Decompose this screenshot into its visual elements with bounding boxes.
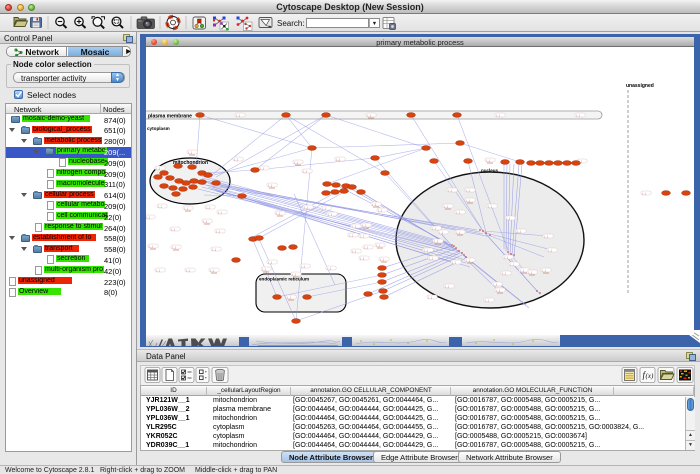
svg-text:[...]: [...] [328,266,332,270]
svg-text:[...]: [...] [363,223,367,227]
svg-text:[...]: [...] [507,216,511,220]
svg-text:[...]: [...] [497,288,501,292]
svg-text:[...]: [...] [157,166,161,170]
svg-text:cytoplasm: cytoplasm [147,126,170,131]
svg-text:[...]: [...] [467,258,471,262]
svg-text:[...]: [...] [505,255,509,259]
svg-text:[...]: [...] [494,282,498,286]
svg-text:[...]: [...] [521,268,525,272]
svg-text:[...]: [...] [361,234,365,238]
svg-text:[...]: [...] [217,229,221,233]
svg-text:[...]: [...] [381,257,385,261]
svg-text:[...]: [...] [269,260,273,264]
svg-text:[...]: [...] [350,233,354,237]
svg-text:[...]: [...] [329,212,333,216]
svg-text:[...]: [...] [449,188,453,192]
svg-text:[...]: [...] [173,245,177,249]
svg-text:[...]: [...] [189,150,193,154]
svg-text:[...]: [...] [269,183,273,187]
svg-text:[...]: [...] [487,158,491,162]
svg-text:[...]: [...] [377,243,381,247]
svg-text:[...]: [...] [489,204,493,208]
svg-text:endoplasmic reticulum: endoplasmic reticulum [259,277,309,282]
svg-text:[...]: [...] [261,166,265,170]
svg-text:[...]: [...] [185,206,189,210]
svg-text:[...]: [...] [204,219,208,223]
svg-text:[...]: [...] [147,215,151,219]
svg-text:[...]: [...] [453,260,457,264]
svg-text:[...]: [...] [430,256,434,260]
svg-text:[...]: [...] [425,248,429,252]
svg-text:[...]: [...] [235,157,239,161]
svg-text:[...]: [...] [379,208,383,212]
svg-text:[...]: [...] [529,270,533,274]
svg-text:[...]: [...] [467,198,471,202]
svg-text:[...]: [...] [172,227,176,231]
svg-text:[...]: [...] [150,244,154,248]
svg-text:[...]: [...] [433,226,437,230]
svg-text:[...]: [...] [304,169,308,173]
svg-text:[...]: [...] [368,113,372,117]
svg-text:[...]: [...] [211,268,215,272]
svg-text:[...]: [...] [503,271,507,275]
svg-text:[...]: [...] [457,210,461,214]
svg-text:[...]: [...] [207,205,211,209]
svg-text:[...]: [...] [365,245,369,249]
svg-text:[...]: [...] [277,211,281,215]
svg-text:[...]: [...] [353,224,357,228]
svg-text:[...]: [...] [446,284,450,288]
svg-text:[...]: [...] [293,272,297,276]
svg-text:[...]: [...] [159,204,163,208]
svg-text:[...]: [...] [295,160,299,164]
svg-text:[...]: [...] [511,262,515,266]
svg-text:nucleus: nucleus [481,168,499,173]
svg-text:[...]: [...] [305,205,309,209]
svg-text:[...]: [...] [429,295,433,299]
svg-text:[...]: [...] [373,202,377,206]
svg-text:[...]: [...] [353,249,357,253]
svg-text:[...]: [...] [263,267,267,271]
svg-text:[...]: [...] [467,188,471,192]
svg-text:(x): (x) [646,372,654,380]
svg-text:[...]: [...] [302,264,306,268]
svg-text:[...]: [...] [518,229,522,233]
svg-text:[...]: [...] [219,210,223,214]
svg-text:[...]: [...] [643,191,647,195]
svg-text:[...]: [...] [486,298,490,302]
svg-text:[...]: [...] [549,248,553,252]
svg-text:[...]: [...] [157,268,161,272]
svg-text:[...]: [...] [337,157,341,161]
svg-text:[...]: [...] [361,256,365,260]
svg-text:[...]: [...] [543,268,547,272]
svg-text:[...]: [...] [435,239,439,243]
svg-text:[...]: [...] [440,230,444,234]
svg-text:[...]: [...] [445,204,449,208]
svg-text:[...]: [...] [288,295,292,299]
svg-text:[...]: [...] [213,247,217,251]
svg-text:[...]: [...] [187,268,191,272]
svg-text:plasma membrane: plasma membrane [148,114,192,120]
svg-text:[...]: [...] [497,113,501,117]
svg-text:[...]: [...] [545,234,549,238]
svg-text:[...]: [...] [323,206,327,210]
svg-text:[...]: [...] [577,113,581,117]
svg-text:[...]: [...] [457,230,461,234]
svg-text:[...]: [...] [237,113,241,117]
svg-text:unassigned: unassigned [626,83,654,89]
